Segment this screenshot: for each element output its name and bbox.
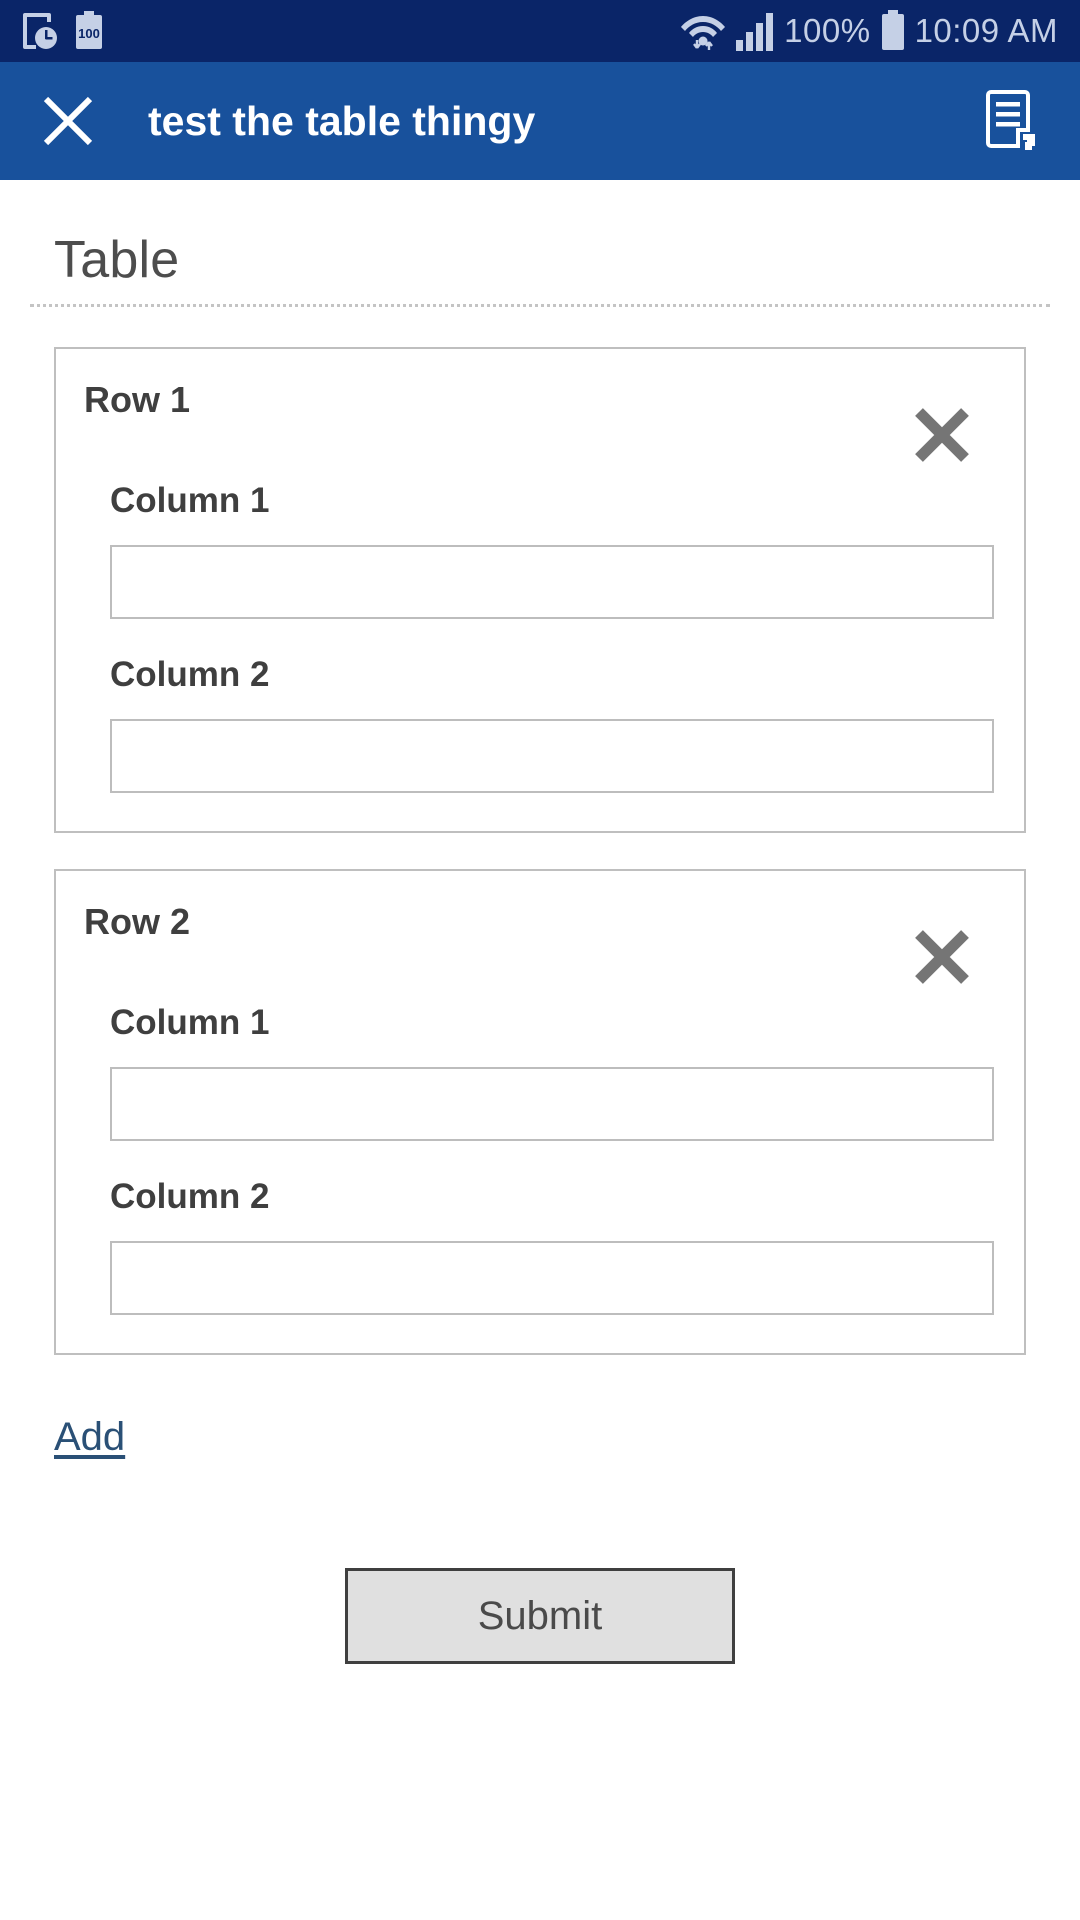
field-label: Column 2: [110, 655, 994, 695]
row-header: Row 2: [84, 899, 996, 1003]
close-icon[interactable]: [30, 83, 106, 159]
battery-100-icon: 100: [74, 11, 104, 51]
column-1-input[interactable]: [110, 1067, 994, 1141]
delete-row-icon[interactable]: [896, 911, 988, 1003]
clock-label: 10:09 AM: [915, 12, 1058, 50]
table-row: Row 2 Column 1 Column 2: [54, 869, 1026, 1355]
field-label: Column 1: [110, 481, 994, 521]
battery-full-icon: [880, 10, 906, 52]
add-row-link[interactable]: Add: [54, 1415, 125, 1460]
add-row-wrapper: Add: [28, 1391, 1052, 1460]
status-bar: 100 100%: [0, 0, 1080, 62]
status-bar-right: 100% 10:09 AM: [680, 10, 1058, 52]
cellular-signal-icon: [735, 10, 775, 52]
page-title: test the table thingy: [148, 98, 535, 145]
submit-wrapper: Submit: [28, 1568, 1052, 1664]
status-bar-left: 100: [22, 11, 104, 51]
column-1-input[interactable]: [110, 545, 994, 619]
field-label: Column 2: [110, 1177, 994, 1217]
section-divider: [30, 304, 1050, 307]
section-title: Table: [28, 180, 1052, 304]
row-fields: Column 1 Column 2: [84, 1003, 996, 1315]
table-row: Row 1 Column 1 Column 2: [54, 347, 1026, 833]
battery-percent-label: 100%: [784, 12, 870, 50]
field-label: Column 1: [110, 1003, 994, 1043]
form-content: Table Row 1 Column 1 Column 2 Row 2: [0, 180, 1080, 1920]
row-header: Row 1: [84, 377, 996, 481]
app-bar: test the table thingy: [0, 62, 1080, 180]
row-fields: Column 1 Column 2: [84, 481, 996, 793]
wifi-icon: [680, 10, 726, 52]
column-2-input[interactable]: [110, 1241, 994, 1315]
svg-text:100: 100: [78, 26, 100, 41]
save-document-icon[interactable]: [974, 82, 1052, 160]
row-label: Row 2: [84, 899, 190, 943]
device-clock-icon: [22, 11, 58, 51]
delete-row-icon[interactable]: [896, 389, 988, 481]
submit-button[interactable]: Submit: [345, 1568, 735, 1664]
column-2-input[interactable]: [110, 719, 994, 793]
row-label: Row 1: [84, 377, 190, 421]
